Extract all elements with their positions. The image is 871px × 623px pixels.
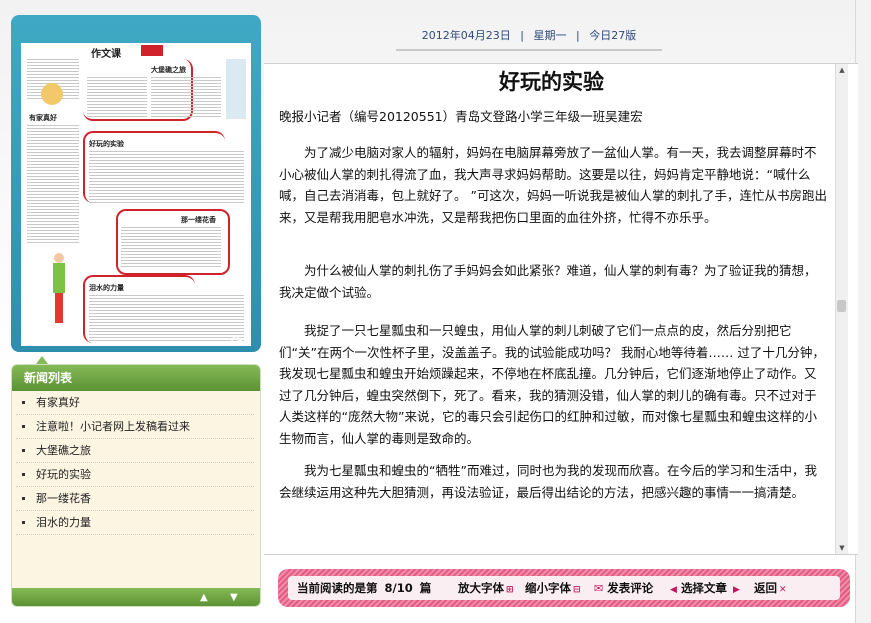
thumb-section-label: 作文课 [91,49,121,60]
article-title: 好玩的实验 [499,70,604,94]
minus-box-icon: ⊟ [573,585,581,595]
reading-toolbar-inner: 当前阅读的是第 8/10 篇 放大字体 ⊞ 缩小字体 ⊟ ✉ 发表评论 ◀ 选择文章… [288,576,840,600]
article-paragraph: 为什么被仙人掌的刺扎伤了手妈妈会如此紧张？难道，仙人掌的刺有毒？为了验证我的猜想… [279,263,817,300]
plus-box-icon: ⊞ [506,585,514,595]
shrink-font-label: 缩小字体 [525,581,571,595]
reading-status: 当前阅读的是第 8/10 篇 [297,576,431,600]
separator: | [576,29,580,42]
issue-weekday: 星期一 [533,29,567,42]
article-author: 晚报小记者（编号20120551）青岛文登路小学三年级一班吴建宏 [279,109,643,124]
reading-status-suffix: 篇 [419,581,432,595]
enlarge-font-label: 放大字体 [458,581,504,595]
date-header: 2012年04月23日 | 星期一 | 今日27版 [396,25,662,51]
arrow-left-icon[interactable]: ◀ [670,585,677,595]
article-paragraph: 我为七星瓢虫和蝗虫的“牺牲”而难过，同时也为我的发现而欣喜。在今后的学习和生活中… [279,463,817,500]
thumb-badge-icon [41,83,63,105]
scrollbar-thumb[interactable] [837,300,846,312]
back-button[interactable]: 返回 ✕ [754,576,787,602]
article-content: 好玩的实验 晚报小记者（编号20120551）青岛文登路小学三年级一班吴建宏 为… [264,63,858,555]
enlarge-font-button[interactable]: 放大字体 ⊞ [458,576,514,602]
comment-label: 发表评论 [607,581,654,595]
reading-status-count: 8/10 [384,581,413,595]
separator: | [520,29,524,42]
comment-button[interactable]: ✉ 发表评论 [592,576,653,601]
select-article-label: 选择文章 [680,581,727,595]
thumb-headline: 有家真好 [29,114,57,122]
thumb-figure-illustration [49,253,69,333]
scroll-up-arrow-icon[interactable]: ▲ [836,64,848,76]
arrow-right-icon[interactable]: ▶ [733,585,740,595]
news-list: 有家真好 注意啦！小记者网上发稿看过来 大堡礁之旅 好玩的实验 那一缕花香 泪水… [12,391,260,535]
back-label: 返回 [754,581,777,595]
news-list-title: 新闻列表 [12,365,260,391]
news-list-footer: ▲ ▼ [12,588,260,606]
issue-date: 2012年04月23日 [421,29,511,42]
article-scrollbar[interactable]: ▲ ▼ [835,64,848,554]
close-icon: ✕ [779,585,787,595]
issue-edition: 今日27版 [589,29,637,42]
news-list-item[interactable]: 那一缕花香 [16,487,254,511]
news-list-item[interactable]: 好玩的实验 [16,463,254,487]
news-list-item[interactable]: 大堡礁之旅 [16,439,254,463]
arrow-down-icon[interactable]: ▼ [230,592,238,603]
thumb-headline: 泪水的力量 [89,284,124,292]
reading-toolbar: 当前阅读的是第 8/10 篇 放大字体 ⊞ 缩小字体 ⊟ ✉ 发表评论 ◀ 选择文章… [278,569,850,607]
thumb-headline: 好玩的实验 [89,140,124,148]
list-pointer [36,356,48,364]
article-paragraph: 为了减少电脑对家人的辐射，妈妈在电脑屏幕旁放了一盆仙人掌。有一天，我去调整屏幕时… [279,145,827,225]
page-thumbnail-panel: 作文课 有家真好 大堡礁之旅 好玩的实验 那一缕花香 泪水的力量 ⟳ [11,15,261,352]
arrow-up-icon[interactable]: ▲ [200,592,208,603]
article-paragraph: 我捉了一只七星瓢虫和一只蝗虫，用仙人掌的刺儿刺破了它们一点点的皮，然后分别把它们… [279,323,825,446]
shrink-font-button[interactable]: 缩小字体 ⊟ [525,576,581,602]
news-list-item[interactable]: 有家真好 [16,391,254,415]
news-list-panel: 新闻列表 有家真好 注意啦！小记者网上发稿看过来 大堡礁之旅 好玩的实验 那一缕… [11,364,261,607]
select-article-control[interactable]: ◀ 选择文章 ▶ [668,576,740,602]
refresh-icon[interactable]: ⟳ [227,332,247,350]
reading-status-prefix: 当前阅读的是第 [297,581,378,595]
thumb-masthead-logo [141,45,163,56]
thumb-headline: 大堡礁之旅 [151,66,186,74]
thumb-headline: 那一缕花香 [181,216,216,224]
news-list-item[interactable]: 注意啦！小记者网上发稿看过来 [16,415,254,439]
news-list-item[interactable]: 泪水的力量 [16,511,254,535]
scroll-down-arrow-icon[interactable]: ▼ [836,542,848,554]
envelope-icon: ✉ [594,582,604,595]
newspaper-page-thumbnail[interactable]: 作文课 有家真好 大堡礁之旅 好玩的实验 那一缕花香 泪水的力量 [21,43,251,346]
